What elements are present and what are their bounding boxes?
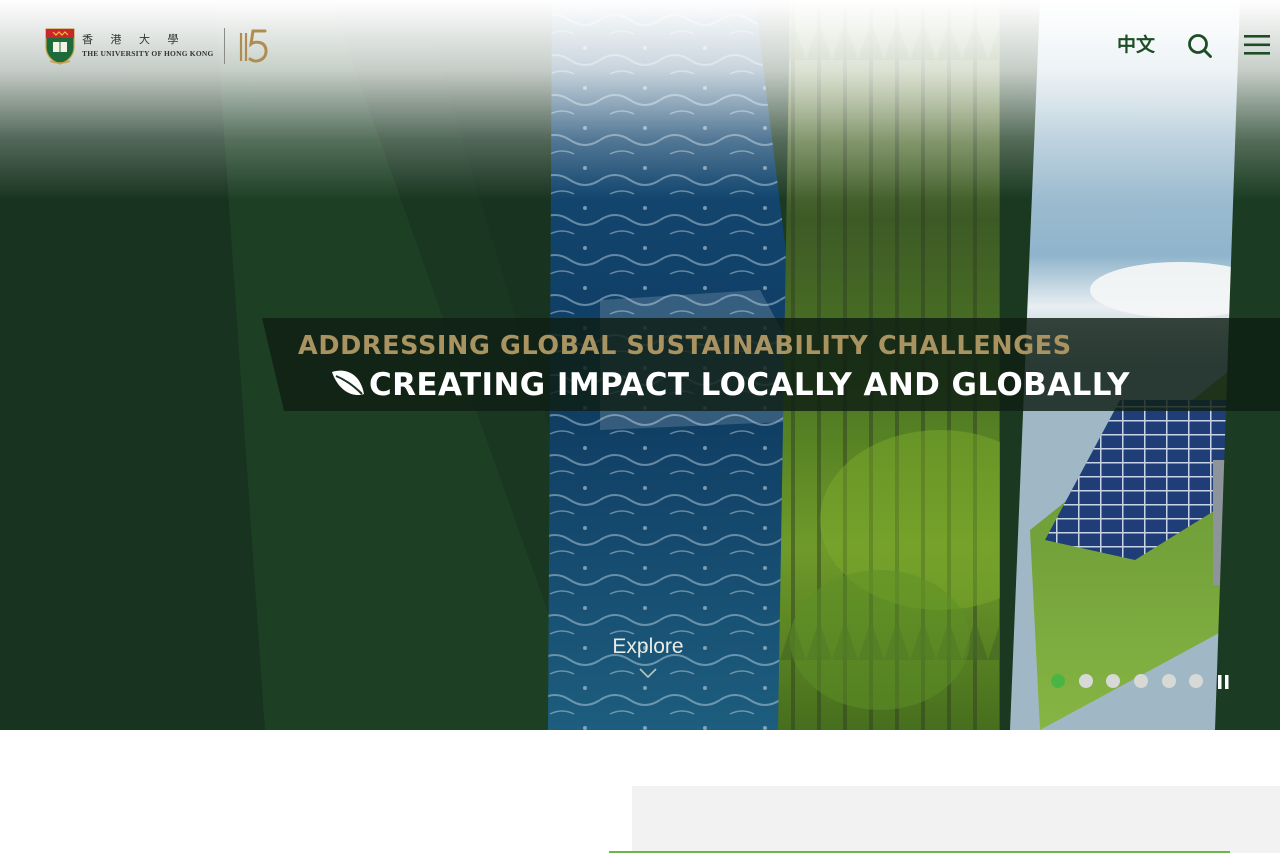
hku-crest-icon xyxy=(45,28,75,65)
anniversary-115-logo xyxy=(239,29,268,63)
hero-slide-image xyxy=(0,0,1280,730)
logo-english-name: THE UNIVERSITY OF HONG KONG xyxy=(82,49,214,58)
language-switch-link[interactable]: 中文 xyxy=(1117,33,1155,57)
explore-button[interactable]: Explore xyxy=(600,634,696,680)
carousel-dot-1[interactable] xyxy=(1051,674,1065,688)
pause-icon[interactable] xyxy=(1218,675,1229,689)
hku-logo[interactable]: 香 港 大 學 THE UNIVERSITY OF HONG KONG xyxy=(44,26,271,66)
logo-divider xyxy=(223,28,225,64)
hero-headline-line2: CREATING IMPACT LOCALLY AND GLOBALLY xyxy=(369,367,1130,403)
logo-chinese-name: 香 港 大 學 xyxy=(82,33,186,46)
carousel-dot-5[interactable] xyxy=(1161,674,1176,688)
carousel-pagination xyxy=(1051,674,1217,688)
chevron-down-icon xyxy=(639,668,657,679)
content-card xyxy=(632,786,1280,853)
hero-headline-line1: ADDRESSING GLOBAL SUSTAINABILITY CHALLEN… xyxy=(298,331,1072,361)
carousel-dot-3[interactable] xyxy=(1106,674,1121,688)
explore-label: Explore xyxy=(612,635,684,658)
carousel-dot-4[interactable] xyxy=(1134,674,1149,688)
search-icon[interactable] xyxy=(1187,33,1213,59)
hamburger-menu-icon[interactable] xyxy=(1243,34,1271,56)
carousel-dot-6[interactable] xyxy=(1189,674,1204,688)
site-header: 香 港 大 學 THE UNIVERSITY OF HONG KONG 中文 xyxy=(0,0,1280,90)
hero-carousel: ADDRESSING GLOBAL SUSTAINABILITY CHALLEN… xyxy=(0,0,1280,730)
carousel-dot-2[interactable] xyxy=(1078,674,1093,688)
leaf-icon xyxy=(332,370,364,396)
